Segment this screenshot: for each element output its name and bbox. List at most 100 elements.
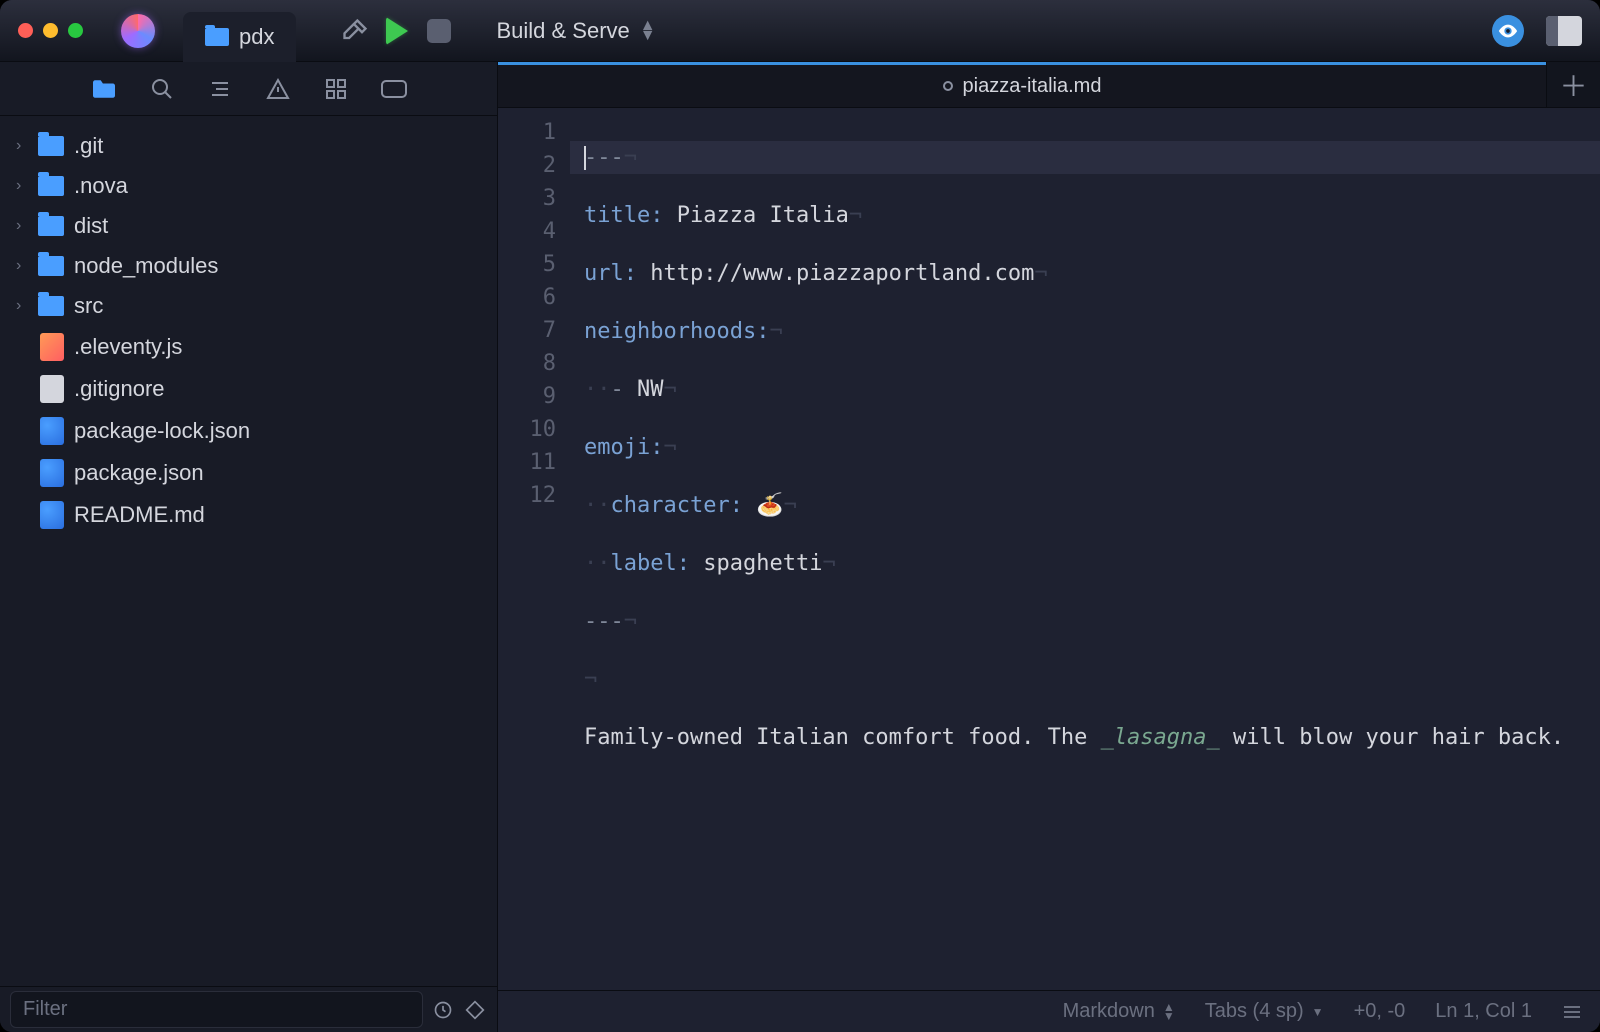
rectangle-icon (380, 79, 408, 99)
yaml-value: spaghetti (703, 551, 822, 576)
folder-icon (38, 176, 64, 196)
folder-name: src (74, 293, 103, 319)
diamond-icon (465, 1000, 485, 1020)
file-name: package-lock.json (74, 418, 250, 444)
updown-chevron-icon: ▲▼ (640, 21, 656, 40)
tree-file[interactable]: package-lock.json (0, 410, 497, 452)
indent-selector[interactable]: Tabs (4 sp) ▼ (1205, 1000, 1324, 1023)
yaml-key: url (584, 261, 624, 286)
list-icon (208, 77, 232, 101)
gutter: 123456789101112 (498, 108, 570, 990)
chevron-right-icon: › (16, 257, 28, 275)
clips-tab-button[interactable] (321, 74, 351, 104)
tree-file[interactable]: README.md (0, 494, 497, 536)
stop-button[interactable] (424, 16, 454, 46)
tree-folder[interactable]: ›.git (0, 126, 497, 166)
chevron-down-icon: ▼ (1312, 1005, 1324, 1019)
updown-chevron-icon: ▲▼ (1163, 1003, 1175, 1020)
tree-file[interactable]: .eleventy.js (0, 326, 497, 368)
code-content[interactable]: ---¬ title: Piazza Italia¬ url: http://w… (570, 108, 1600, 990)
indent-label: Tabs (4 sp) (1205, 1000, 1304, 1023)
folder-icon (205, 28, 229, 46)
panel-toggle-button[interactable] (1546, 16, 1582, 46)
sidebar-tools (0, 62, 497, 116)
search-tab-button[interactable] (147, 74, 177, 104)
folder-name: .nova (74, 173, 128, 199)
folder-icon (38, 256, 64, 276)
cursor-position[interactable]: Ln 1, Col 1 (1435, 1000, 1532, 1023)
titlebar: pdx Build & Serve ▲▼ (0, 0, 1600, 62)
preview-button[interactable] (1492, 15, 1524, 47)
minimize-window-button[interactable] (43, 23, 58, 38)
yaml-value: http://www.piazzaportland.com (650, 261, 1034, 286)
chevron-right-icon: › (16, 217, 28, 235)
hammer-icon (341, 17, 369, 45)
plus-icon: ＋ (1559, 65, 1587, 105)
tree-folder[interactable]: › src (0, 286, 497, 326)
folder-name: dist (74, 213, 108, 239)
search-icon (150, 77, 174, 101)
yaml-key: label (611, 551, 677, 576)
chevron-right-icon: › (16, 297, 28, 315)
history-button[interactable] (431, 1000, 455, 1020)
scheme-selector[interactable]: Build & Serve ▲▼ (496, 18, 655, 44)
window: pdx Build & Serve ▲▼ (0, 0, 1600, 1032)
close-window-button[interactable] (18, 23, 33, 38)
files-tab-button[interactable] (89, 74, 119, 104)
file-name: .gitignore (74, 376, 165, 402)
folder-name: .git (74, 133, 103, 159)
file-icon (40, 375, 64, 403)
stop-icon (427, 19, 451, 43)
file-name: .eleventy.js (74, 334, 182, 360)
statusbar-menu-button[interactable] (1562, 1005, 1582, 1019)
body-emphasis: lasagna (1114, 725, 1207, 750)
editor-body[interactable]: 123456789101112 ---¬ title: Piazza Itali… (498, 108, 1600, 990)
project-tab[interactable]: pdx (183, 12, 296, 62)
frontmatter-delim: --- (584, 609, 624, 634)
tree-folder[interactable]: › dist (0, 206, 497, 246)
sidebar-more-button[interactable] (379, 74, 409, 104)
body-text: will blow your hair back. (1220, 725, 1564, 750)
play-icon (386, 17, 408, 45)
eye-icon (1497, 20, 1519, 42)
document-tab[interactable]: piazza-italia.md (498, 62, 1546, 107)
frontmatter-delim: --- (584, 145, 624, 170)
folder-icon (38, 216, 64, 236)
unsaved-indicator-icon (943, 81, 953, 91)
lines-icon (1562, 1005, 1582, 1019)
file-icon (40, 459, 64, 487)
file-tree[interactable]: ›.git ›.nova ›dist ›node_modules ›src .e… (0, 116, 497, 986)
folder-icon (38, 296, 64, 316)
app-icon (121, 14, 155, 48)
build-button[interactable] (340, 16, 370, 46)
yaml-value: NW (637, 377, 664, 402)
sidebar: ›.git ›.nova ›dist ›node_modules ›src .e… (0, 62, 498, 1032)
tree-folder[interactable]: › .nova (0, 166, 497, 206)
diff-status: +0, -0 (1354, 1000, 1406, 1023)
tree-file[interactable]: package.json (0, 452, 497, 494)
project-name: pdx (239, 24, 274, 50)
sidebar-bottom: Filter (0, 986, 497, 1032)
filter-input[interactable]: Filter (10, 991, 423, 1028)
tree-file[interactable]: .gitignore (0, 368, 497, 410)
chevron-right-icon: › (16, 177, 28, 195)
clock-icon (433, 1000, 453, 1020)
yaml-key: title (584, 203, 650, 228)
zoom-window-button[interactable] (68, 23, 83, 38)
traffic-lights (18, 23, 83, 38)
run-button[interactable] (382, 16, 412, 46)
yaml-key: character (611, 493, 730, 518)
issues-tab-button[interactable] (263, 74, 293, 104)
new-tab-button[interactable]: ＋ (1546, 62, 1600, 107)
symbols-tab-button[interactable] (205, 74, 235, 104)
main: ›.git ›.nova ›dist ›node_modules ›src .e… (0, 62, 1600, 1032)
tree-folder[interactable]: ›node_modules (0, 246, 497, 286)
file-icon (40, 333, 64, 361)
folder-icon (38, 136, 64, 156)
file-name: README.md (74, 502, 205, 528)
language-label: Markdown (1063, 1000, 1155, 1023)
body-text: Family-owned Italian comfort food. The (584, 725, 1101, 750)
scm-button[interactable] (463, 1000, 487, 1020)
language-selector[interactable]: Markdown ▲▼ (1063, 1000, 1175, 1023)
yaml-value: Piazza Italia (677, 203, 849, 228)
